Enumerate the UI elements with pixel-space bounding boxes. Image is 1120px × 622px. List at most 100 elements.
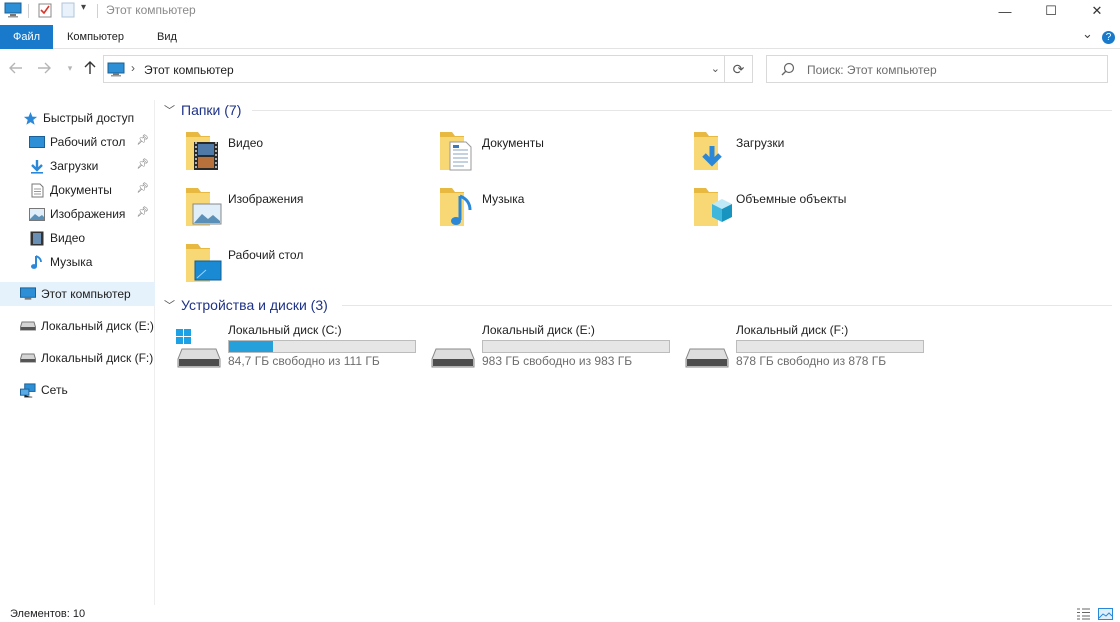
pictures-icon: [29, 206, 45, 222]
network-icon: [20, 382, 36, 398]
sidebar-item-pictures[interactable]: Изображения 📌︎: [0, 202, 155, 226]
sidebar-item-label: Этот компьютер: [41, 287, 131, 301]
title-bar: ▾ Этот компьютер — ☐ ✕: [0, 0, 1120, 22]
pin-icon[interactable]: 📌︎: [136, 207, 149, 218]
drive-tile-f[interactable]: Локальный диск (F:) 878 ГБ свободно из 8…: [672, 323, 924, 373]
back-button[interactable]: [6, 58, 26, 78]
sidebar-item-documents[interactable]: Документы 📌︎: [0, 178, 155, 202]
sidebar-item-desktop[interactable]: Рабочий стол 📌︎: [0, 130, 155, 154]
sidebar-item-video[interactable]: Видео: [0, 226, 155, 250]
folder-tile-3d-objects[interactable]: Объемные объекты: [672, 184, 922, 234]
group-divider: [342, 305, 1112, 306]
group-divider: [252, 110, 1112, 111]
drive-tile-e[interactable]: Локальный диск (E:) 983 ГБ свободно из 9…: [418, 323, 670, 373]
pin-icon[interactable]: 📌︎: [136, 183, 149, 194]
downloads-icon: [29, 158, 45, 174]
large-icons-view-icon[interactable]: [1097, 607, 1113, 621]
drive-icon: [20, 318, 36, 334]
expand-ribbon-icon[interactable]: ⌄: [1082, 26, 1093, 42]
sidebar-item-this-pc[interactable]: Этот компьютер: [0, 282, 155, 306]
up-button[interactable]: [80, 58, 100, 78]
breadcrumb-this-pc[interactable]: Этот компьютер: [144, 63, 234, 77]
sidebar-item-drive-f[interactable]: Локальный диск (F:): [0, 346, 155, 370]
drive-free-space: 878 ГБ свободно из 878 ГБ: [736, 354, 887, 368]
drive-name: Локальный диск (E:): [482, 323, 595, 337]
folder-tile-video[interactable]: Видео: [164, 128, 414, 178]
folder-label: Музыка: [482, 192, 525, 206]
sidebar-item-label: Рабочий стол: [50, 135, 126, 149]
status-bar: Элементов: 10: [0, 604, 1120, 622]
music-icon: [29, 254, 45, 270]
folder-tile-downloads[interactable]: Загрузки: [672, 128, 922, 178]
drives-group-header[interactable]: ﹀ Устройства и диски (3): [164, 295, 328, 315]
folder-label: Объемные объекты: [736, 192, 847, 206]
new-folder-icon[interactable]: [61, 2, 75, 18]
folder-label: Видео: [228, 136, 264, 150]
drive-name: Локальный диск (F:): [736, 323, 849, 337]
sidebar-item-label: Локальный диск (E:): [41, 319, 154, 333]
folder-label: Рабочий стол: [228, 248, 304, 262]
sidebar-item-downloads[interactable]: Загрузки 📌︎: [0, 154, 155, 178]
tab-file[interactable]: Файл: [0, 25, 53, 49]
drive-usage-fill: [229, 341, 274, 352]
documents-icon: [29, 182, 45, 198]
folders-group-title: Папки (7): [181, 102, 242, 118]
folder-tile-music[interactable]: Музыка: [418, 184, 668, 234]
drive-usage-bar: [736, 340, 924, 353]
computer-icon: [107, 62, 125, 80]
drive-icon: [684, 329, 730, 372]
properties-icon[interactable]: [37, 2, 53, 18]
close-button[interactable]: ✕: [1074, 0, 1120, 22]
drives-group-title: Устройства и диски (3): [181, 297, 328, 313]
documents-folder-icon: [436, 128, 482, 174]
help-icon[interactable]: ?: [1102, 31, 1115, 44]
window-title: Этот компьютер: [106, 3, 196, 17]
drive-tile-c[interactable]: Локальный диск (C:) 84,7 ГБ свободно из …: [164, 323, 416, 373]
pin-icon[interactable]: 📌︎: [136, 159, 149, 170]
folder-tile-desktop[interactable]: Рабочий стол: [164, 240, 414, 290]
address-bar[interactable]: › Этот компьютер ⌄: [103, 55, 725, 83]
sidebar-item-music[interactable]: Музыка: [0, 250, 155, 274]
video-icon: [29, 230, 45, 246]
sidebar-item-label: Изображения: [50, 207, 126, 221]
forward-button[interactable]: [34, 58, 54, 78]
search-input[interactable]: Поиск: Этот компьютер: [766, 55, 1108, 83]
pin-icon[interactable]: 📌︎: [136, 135, 149, 146]
music-folder-icon: [436, 184, 482, 230]
folder-tile-documents[interactable]: Документы: [418, 128, 668, 178]
folder-label: Документы: [482, 136, 544, 150]
sidebar-item-label: Сеть: [41, 383, 68, 397]
items-count: Элементов: 10: [10, 608, 86, 620]
folders-group-header[interactable]: ﹀ Папки (7): [164, 100, 241, 120]
drive-free-space: 84,7 ГБ свободно из 111 ГБ: [228, 354, 380, 368]
minimize-button[interactable]: —: [982, 0, 1028, 22]
refresh-button[interactable]: ⟳: [724, 55, 753, 83]
drive-name: Локальный диск (C:): [228, 323, 342, 337]
folder-tile-pictures[interactable]: Изображения: [164, 184, 414, 234]
sidebar-item-drive-e[interactable]: Локальный диск (E:): [0, 314, 155, 338]
sidebar-item-quick-access[interactable]: Быстрый доступ: [0, 106, 155, 130]
search-placeholder: Поиск: Этот компьютер: [807, 63, 937, 77]
collapse-chevron-icon[interactable]: ﹀: [164, 297, 175, 313]
folder-label: Загрузки: [736, 136, 785, 150]
tab-view[interactable]: Вид: [157, 25, 177, 49]
drive-usage-bar: [482, 340, 670, 353]
maximize-button[interactable]: ☐: [1028, 0, 1074, 22]
desktop-icon: [29, 134, 45, 150]
breadcrumb-chevron-icon[interactable]: ›: [131, 61, 135, 75]
collapse-chevron-icon[interactable]: ﹀: [164, 102, 175, 118]
computer-icon: [20, 286, 36, 302]
search-icon: [781, 62, 795, 79]
desktop-folder-icon: [182, 240, 228, 286]
downloads-folder-icon: [690, 128, 736, 174]
tab-computer[interactable]: Компьютер: [67, 25, 124, 49]
sidebar-item-label: Локальный диск (F:): [41, 351, 154, 365]
sidebar-item-label: Документы: [50, 183, 112, 197]
pictures-folder-icon: [182, 184, 228, 230]
details-view-icon[interactable]: [1075, 607, 1091, 621]
sidebar-item-label: Загрузки: [50, 159, 99, 173]
customize-toolbar-icon[interactable]: ▾: [81, 2, 86, 13]
sidebar-item-network[interactable]: Сеть: [0, 378, 155, 402]
recent-locations-button[interactable]: ▾: [60, 58, 80, 78]
address-dropdown-icon[interactable]: ⌄: [711, 62, 720, 75]
